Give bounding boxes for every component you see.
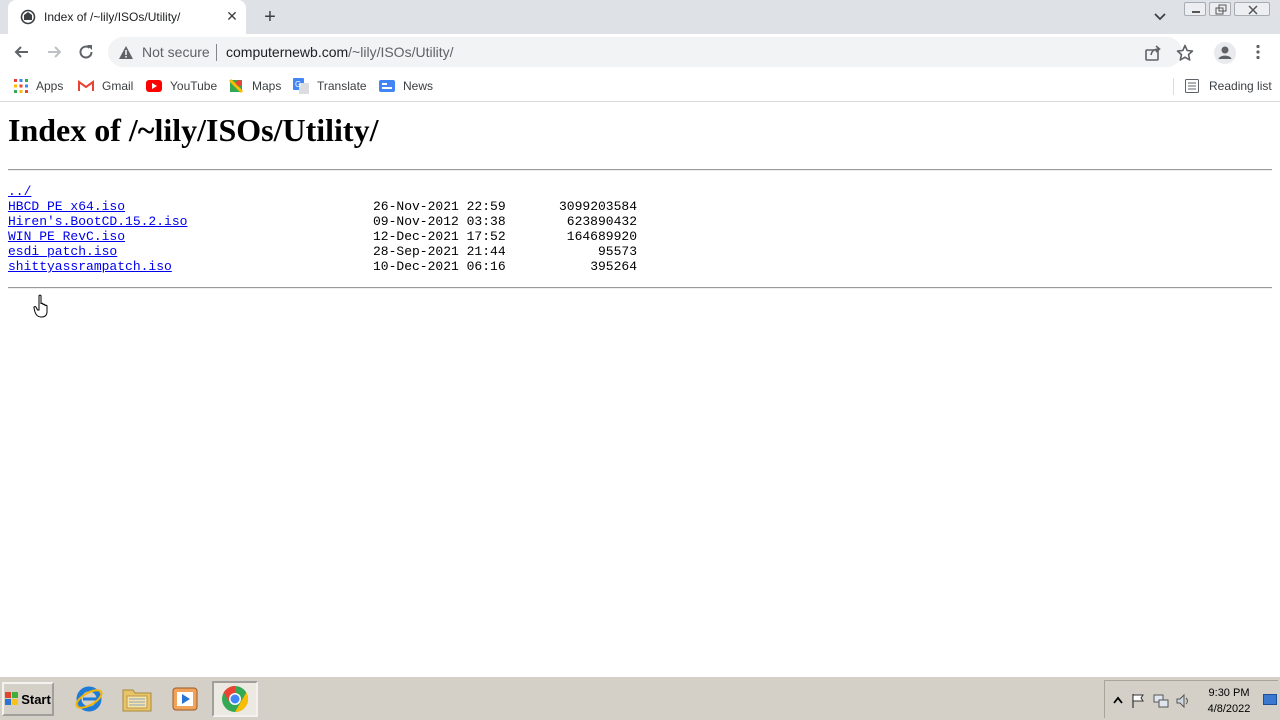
address-bar[interactable]: Not secure computernewb.com/~lily/ISOs/U… (108, 37, 1194, 67)
file-row: esdi_patch.iso 28-Sep-2021 21:44 95573 (8, 244, 648, 259)
reload-icon[interactable] (76, 42, 96, 62)
tab-title: Index of /~lily/ISOs/Utility/ (44, 10, 181, 24)
file-size: 623890432 (566, 214, 637, 229)
file-row: shittyassrampatch.iso 10-Dec-2021 06:16 … (8, 259, 648, 274)
taskbar-chrome[interactable] (212, 681, 258, 717)
minimize-button[interactable] (1184, 2, 1206, 16)
close-icon[interactable]: ✕ (224, 8, 240, 24)
show-desktop-icon[interactable] (1263, 693, 1277, 707)
bookmark-label: Maps (252, 79, 282, 93)
apps-grid-icon (14, 79, 28, 93)
window-close-button[interactable] (1234, 2, 1270, 16)
browser-toolbar: Not secure computernewb.com/~lily/ISOs/U… (0, 34, 1280, 70)
bookmark-star-icon[interactable] (1176, 44, 1194, 62)
clock-date[interactable]: 4/8/2022 (1201, 703, 1257, 715)
translate-icon: G (293, 78, 309, 94)
restore-button[interactable] (1209, 2, 1231, 16)
bookmark-youtube[interactable]: YouTube (146, 76, 217, 96)
file-link[interactable]: shittyassrampatch.iso (8, 259, 172, 274)
volume-icon[interactable] (1175, 693, 1191, 709)
back-arrow-icon[interactable] (12, 42, 32, 62)
bookmark-translate[interactable]: G Translate (293, 76, 367, 96)
action-center-flag-icon[interactable] (1130, 693, 1146, 709)
tab-strip: Index of /~lily/ISOs/Utility/ ✕ + (0, 0, 1280, 34)
browser-tab[interactable]: Index of /~lily/ISOs/Utility/ ✕ (8, 0, 246, 34)
network-icon[interactable] (1153, 693, 1169, 709)
file-size: 395264 (590, 259, 637, 274)
file-date: 10-Dec-2021 06:16 (373, 259, 506, 274)
svg-text:G: G (295, 80, 301, 89)
file-listing: ../ HBCD_PE_x64.iso 26-Nov-2021 22:59 30… (8, 184, 648, 274)
hand-cursor-icon (33, 294, 48, 318)
share-icon[interactable] (1144, 44, 1162, 62)
forward-arrow-icon[interactable] (44, 42, 64, 62)
reading-list-icon (1185, 79, 1199, 93)
parent-directory-link[interactable]: ../ (8, 184, 31, 199)
media-player-icon (172, 687, 198, 711)
file-size: 3099203584 (558, 199, 637, 214)
kebab-menu-icon[interactable] (1250, 44, 1266, 60)
start-label: Start (21, 691, 51, 707)
gmail-icon (78, 80, 94, 91)
page-title: Index of /~lily/ISOs/Utility/ (8, 112, 379, 148)
file-link[interactable]: esdi_patch.iso (8, 244, 117, 259)
profile-avatar-icon[interactable] (1214, 42, 1236, 64)
show-hidden-icons-icon[interactable] (1110, 693, 1126, 709)
file-size: 95573 (597, 244, 637, 259)
bookmark-label: Apps (36, 79, 64, 93)
file-date: 26-Nov-2021 22:59 (373, 199, 506, 214)
taskbar-internet-explorer[interactable] (66, 681, 112, 717)
url-text[interactable]: computernewb.com/~lily/ISOs/Utility/ (226, 44, 454, 60)
file-row: HBCD_PE_x64.iso 26-Nov-2021 22:59 309920… (8, 199, 648, 214)
bookmark-apps[interactable]: Apps (14, 76, 63, 96)
divider (8, 169, 1272, 171)
bookmarks-bar: Apps Gmail YouTube Maps G Translate News (0, 70, 1280, 102)
site-icon (20, 9, 36, 25)
bookmark-label: YouTube (170, 79, 218, 93)
taskbar: Start 9:30 PM 4/8/2022 (0, 676, 1280, 720)
file-size: 164689920 (566, 229, 637, 244)
bookmark-label: Translate (317, 79, 367, 93)
taskbar-media-player[interactable] (162, 681, 208, 717)
reading-list-label: Reading list (1209, 79, 1272, 93)
bookmarks-divider (1173, 78, 1174, 95)
windows-logo-icon (5, 692, 19, 705)
warning-icon[interactable] (118, 45, 134, 60)
page-content: Index of /~lily/ISOs/Utility/ ../ HBCD_P… (0, 103, 1280, 676)
maps-icon (228, 78, 244, 94)
taskbar-file-explorer[interactable] (114, 681, 160, 717)
youtube-icon (146, 80, 162, 92)
file-link[interactable]: WIN_PE_RevC.iso (8, 229, 125, 244)
internet-explorer-icon (75, 686, 103, 712)
file-row: Hiren's.BootCD.15.2.iso 09-Nov-2012 03:3… (8, 214, 648, 229)
file-date: 09-Nov-2012 03:38 (373, 214, 506, 229)
file-date: 12-Dec-2021 17:52 (373, 229, 506, 244)
omnibox-divider (216, 44, 217, 61)
file-row: WIN_PE_RevC.iso 12-Dec-2021 17:52 164689… (8, 229, 648, 244)
file-date: 28-Sep-2021 21:44 (373, 244, 506, 259)
chrome-icon (222, 685, 249, 713)
file-explorer-icon (122, 689, 152, 712)
file-link[interactable]: Hiren's.BootCD.15.2.iso (8, 214, 187, 229)
system-tray: 9:30 PM 4/8/2022 (1104, 680, 1278, 718)
bookmark-gmail[interactable]: Gmail (78, 76, 133, 96)
bookmark-maps[interactable]: Maps (228, 76, 281, 96)
security-label[interactable]: Not secure (142, 44, 210, 60)
url-path: /~lily/ISOs/Utility/ (348, 44, 454, 60)
reading-list-button[interactable]: Reading list (1185, 76, 1272, 96)
start-button[interactable]: Start (2, 682, 54, 716)
chevron-down-icon[interactable] (1150, 9, 1170, 25)
clock-time[interactable]: 9:30 PM (1201, 687, 1257, 699)
bookmark-label: News (403, 79, 434, 93)
plus-icon[interactable]: + (260, 7, 280, 27)
bookmark-label: Gmail (102, 79, 134, 93)
divider (8, 287, 1272, 289)
file-link[interactable]: HBCD_PE_x64.iso (8, 199, 125, 214)
url-host: computernewb.com (226, 44, 349, 60)
bookmark-news[interactable]: News (379, 76, 433, 96)
parent-row: ../ (8, 184, 648, 199)
news-icon (379, 80, 395, 92)
